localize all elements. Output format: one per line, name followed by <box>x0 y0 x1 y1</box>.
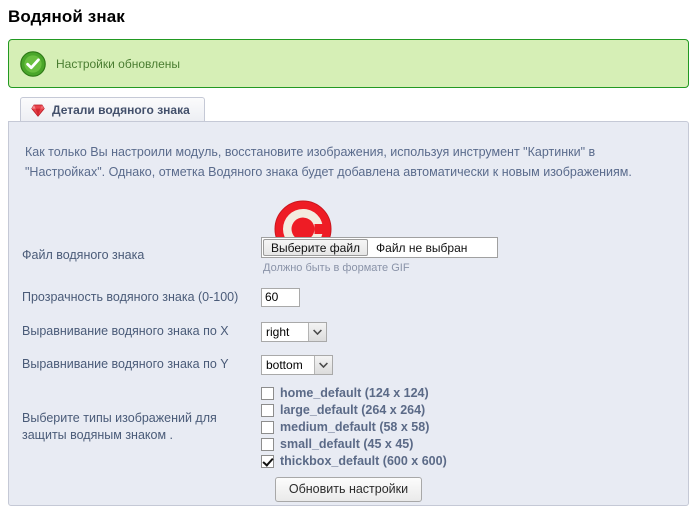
checkbox-label: thickbox_default (600 x 600) <box>280 454 447 468</box>
watermark-details-panel: Как только Вы настроили модуль, восстано… <box>8 121 689 506</box>
gem-icon <box>31 104 45 117</box>
watermark-opacity-input[interactable] <box>261 287 300 307</box>
watermark-align-x-value: right <box>266 324 290 339</box>
submit-row: Обновить настройки <box>9 477 688 502</box>
success-notice-text: Настройки обновлены <box>56 56 181 71</box>
list-item[interactable]: large_default (264 x 264) <box>261 402 688 418</box>
checkbox-label: medium_default (58 x 58) <box>280 420 430 434</box>
choose-file-button[interactable]: Выберите файл <box>263 239 369 256</box>
field-watermark-file: Выберите файл Файл не выбран Должно быть… <box>261 237 688 274</box>
checkbox-label: home_default (124 x 124) <box>280 386 429 400</box>
list-item[interactable]: home_default (124 x 124) <box>261 385 688 401</box>
page-title: Водяной знак <box>8 7 125 26</box>
watermark-align-y-value: bottom <box>266 357 303 372</box>
field-watermark-align-y: bottom <box>261 354 688 375</box>
watermark-form: Файл водяного знака Выберите файл Файл н… <box>9 232 688 473</box>
list-item[interactable]: medium_default (58 x 58) <box>261 419 688 435</box>
watermark-file-input[interactable]: Выберите файл Файл не выбран <box>261 237 498 258</box>
update-settings-button[interactable]: Обновить настройки <box>274 477 423 502</box>
checkbox-label: large_default (264 x 264) <box>280 403 426 417</box>
panel-description: Как только Вы настроили модуль, восстано… <box>25 145 632 179</box>
form-row-opacity: Прозрачность водяного знака (0-100) <box>9 279 688 315</box>
field-watermark-opacity <box>261 287 688 307</box>
checkbox-label: small_default (45 x 45) <box>280 437 414 451</box>
label-image-types: Выберите типы изображений для защиты вод… <box>22 411 217 442</box>
list-item[interactable]: small_default (45 x 45) <box>261 436 688 452</box>
checkbox-thickbox-default[interactable] <box>261 454 274 468</box>
checkbox-medium-default[interactable] <box>261 420 274 434</box>
checkbox-small-default[interactable] <box>261 437 274 451</box>
watermark-file-hint: Должно быть в формате GIF <box>263 262 410 274</box>
watermark-align-x-select[interactable]: right <box>261 321 327 342</box>
checkbox-home-default[interactable] <box>261 386 274 400</box>
chosen-file-name: Файл не выбран <box>376 240 468 255</box>
watermark-align-y-select[interactable]: bottom <box>261 354 333 375</box>
form-row-file: Файл водяного знака Выберите файл Файл н… <box>9 232 688 279</box>
tab-watermark-details[interactable]: Детали водяного знака <box>20 97 205 122</box>
label-watermark-file: Файл водяного знака <box>22 248 145 262</box>
form-row-align-y: Выравнивание водяного знака по Y bottom <box>9 348 688 381</box>
chevron-down-icon[interactable] <box>308 322 326 341</box>
label-watermark-align-y: Выравнивание водяного знака по Y <box>22 357 229 371</box>
success-notice: Настройки обновлены <box>8 39 689 88</box>
chevron-down-icon[interactable] <box>314 355 332 374</box>
success-check-icon <box>20 50 46 77</box>
checkbox-large-default[interactable] <box>261 403 274 417</box>
label-watermark-align-x: Выравнивание водяного знака по X <box>22 324 229 338</box>
field-image-types: home_default (124 x 124) large_default (… <box>261 384 688 470</box>
image-types-checkbox-list: home_default (124 x 124) large_default (… <box>261 384 688 469</box>
label-watermark-opacity: Прозрачность водяного знака (0-100) <box>22 289 239 304</box>
tab-label: Детали водяного знака <box>52 103 190 117</box>
field-watermark-align-x: right <box>261 321 688 342</box>
form-row-image-types: Выберите типы изображений для защиты вод… <box>9 381 688 473</box>
form-row-align-x: Выравнивание водяного знака по X right <box>9 315 688 348</box>
list-item[interactable]: thickbox_default (600 x 600) <box>261 453 688 469</box>
tab-strip: Детали водяного знака <box>8 97 689 122</box>
